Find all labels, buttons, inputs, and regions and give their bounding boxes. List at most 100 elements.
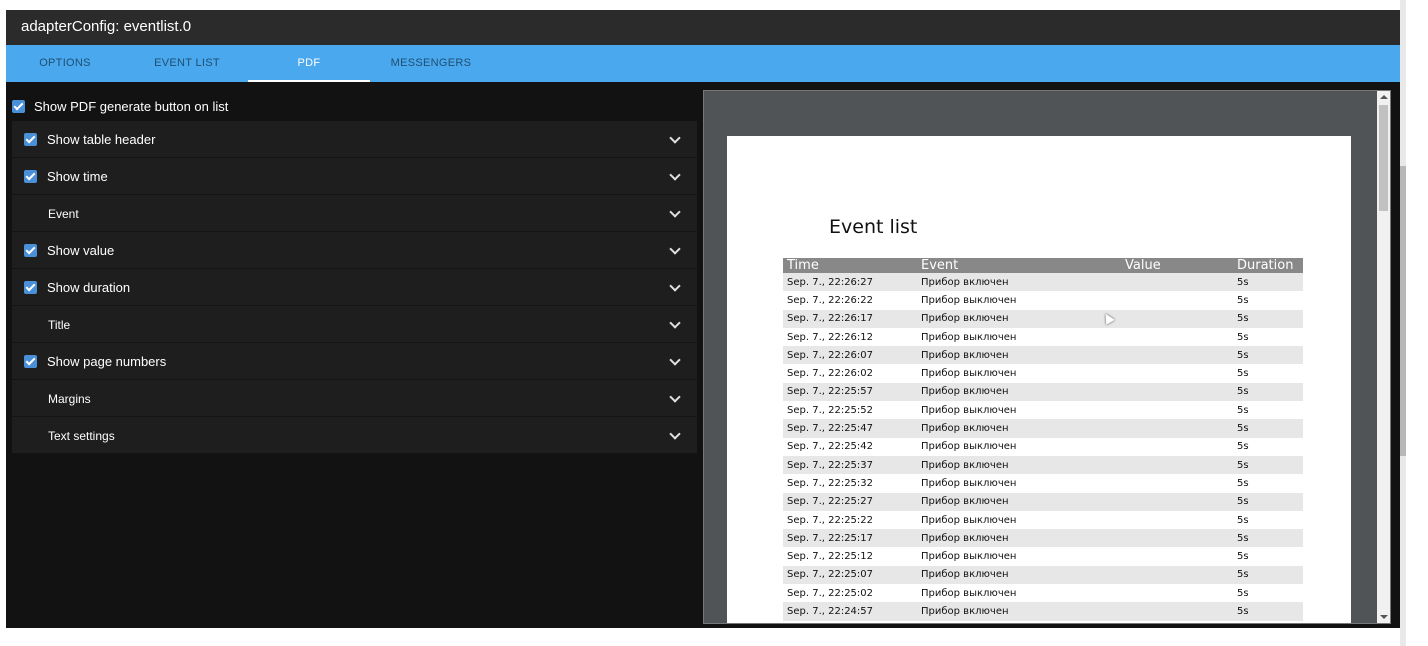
accordion-show-duration[interactable]: Show duration [12, 269, 697, 306]
tab-messengers[interactable]: MESSENGERS [370, 45, 492, 82]
title-bar: adapterConfig: eventlist.0 [6, 10, 1400, 45]
table-row: Sep. 7., 22:25:07 Прибор включен 5s [783, 565, 1303, 585]
cell-time: Sep. 7., 22:26:27 [783, 273, 917, 292]
cell-time: Sep. 7., 22:25:42 [787, 441, 874, 453]
cell-time: Sep. 7., 22:26:07 [783, 346, 917, 365]
cell-duration: 5s [1233, 419, 1303, 438]
cell-duration: 5s [1233, 455, 1303, 475]
cell-duration: 5s [1237, 331, 1249, 343]
scroll-down-arrow-icon[interactable] [1380, 615, 1388, 619]
show-pdf-button-option[interactable]: Show PDF generate button on list [12, 96, 228, 116]
table-row: Sep. 7., 22:26:12 Прибор выключен 5s [783, 328, 1303, 346]
table-row: Sep. 7., 22:25:17 Прибор включен 5s [783, 529, 1303, 548]
table-row: Sep. 7., 22:25:57 Прибор включен 5s [783, 382, 1303, 402]
cell-event: Прибор выключен [921, 404, 1017, 416]
cell-event: Прибор включен [917, 529, 1121, 548]
chevron-down-icon[interactable] [669, 428, 681, 440]
table-row: Sep. 7., 22:25:37 Прибор включен 5s [783, 455, 1303, 475]
chevron-down-icon[interactable] [669, 354, 681, 366]
scrollbar-thumb[interactable] [1379, 105, 1388, 211]
accordion-show-page-numbers[interactable]: Show page numbers [12, 343, 697, 380]
cell-value [1121, 328, 1233, 346]
table-row: Sep. 7., 22:24:57 Прибор включен 5s [783, 602, 1303, 621]
cell-event: Прибор включен [917, 602, 1121, 621]
cell-duration: 5s [1233, 273, 1303, 292]
chevron-down-icon[interactable] [669, 280, 681, 292]
cell-value [1121, 529, 1233, 548]
table-row: Sep. 7., 22:26:02 Прибор выключен 5s [783, 364, 1303, 382]
show-time-checkbox[interactable] [24, 170, 37, 183]
cell-time: Sep. 7., 22:25:02 [787, 587, 874, 599]
cell-event: Прибор выключен [921, 587, 1017, 599]
tab-options[interactable]: OPTIONS [6, 45, 124, 82]
chevron-down-icon[interactable] [669, 243, 681, 255]
cell-duration: 5s [1237, 477, 1249, 489]
accordion-show-time[interactable]: Show time [12, 158, 697, 195]
cell-duration: 5s [1237, 404, 1249, 416]
cell-value [1121, 602, 1233, 621]
cell-event: Прибор выключен [921, 331, 1017, 343]
table-row: Sep. 7., 22:26:07 Прибор включен 5s [783, 346, 1303, 365]
show-table-header-checkbox[interactable] [24, 133, 37, 146]
table-row: Sep. 7., 22:25:12 Прибор выключен 5s [783, 547, 1303, 565]
accordion-event[interactable]: Event [12, 195, 697, 232]
cell-value [1121, 273, 1233, 292]
cell-duration: 5s [1233, 529, 1303, 548]
accordion-margins[interactable]: Margins [12, 380, 697, 417]
cell-value [1121, 364, 1233, 382]
accordion-show-value[interactable]: Show value [12, 232, 697, 269]
accordion-text-settings[interactable]: Text settings [12, 417, 697, 454]
preview-scrollbar[interactable] [1377, 91, 1390, 623]
accordion-label: Show value [47, 243, 115, 258]
page-scrollbar[interactable] [1400, 0, 1406, 646]
column-header-value: Value [1121, 258, 1233, 273]
show-page-numbers-checkbox[interactable] [24, 355, 37, 368]
cell-event: Прибор включен [917, 455, 1121, 475]
table-row: Sep. 7., 22:26:17 Прибор включен 5s [783, 309, 1303, 328]
accordion-label: Show page numbers [47, 354, 167, 369]
pdf-page: Event list Time Event Value Duration Sep… [727, 136, 1351, 623]
cell-time: Sep. 7., 22:26:12 [787, 331, 874, 343]
column-header-time: Time [783, 258, 917, 273]
cell-time: Sep. 7., 22:25:37 [783, 455, 917, 475]
accordion-title[interactable]: Title [12, 306, 697, 343]
cell-time: Sep. 7., 22:25:07 [783, 565, 917, 585]
scroll-up-arrow-icon[interactable] [1380, 95, 1388, 99]
cell-time: Sep. 7., 22:25:22 [787, 514, 874, 526]
table-row: Sep. 7., 22:25:52 Прибор выключен 5s [783, 401, 1303, 419]
pdf-settings-panel: Show PDF generate button on list Show ta… [6, 82, 698, 628]
cell-time: Sep. 7., 22:25:47 [783, 419, 917, 438]
cell-event: Прибор выключен [921, 441, 1017, 453]
accordion-label: Margins [48, 392, 91, 406]
chevron-down-icon[interactable] [669, 317, 681, 329]
cell-event: Прибор выключен [921, 514, 1017, 526]
table-row: Sep. 7., 22:26:22 Прибор выключен 5s [783, 291, 1303, 309]
column-header-duration: Duration [1233, 258, 1303, 273]
cell-duration: 5s [1233, 492, 1303, 511]
tab-event-list[interactable]: EVENT LIST [124, 45, 250, 82]
chevron-down-icon[interactable] [669, 206, 681, 218]
cell-duration: 5s [1233, 382, 1303, 402]
cell-event: Прибор включен [917, 346, 1121, 365]
cell-event: Прибор включен [917, 492, 1121, 511]
show-duration-checkbox[interactable] [24, 281, 37, 294]
chevron-down-icon[interactable] [669, 132, 681, 144]
chevron-down-icon[interactable] [669, 169, 681, 181]
cell-time: Sep. 7., 22:26:17 [783, 309, 917, 328]
tab-pdf[interactable]: PDF [248, 45, 370, 82]
table-row: Sep. 7., 22:25:27 Прибор включен 5s [783, 492, 1303, 511]
cell-value [1121, 309, 1233, 328]
accordion-label: Show time [47, 169, 108, 184]
accordion-show-table-header[interactable]: Show table header [12, 121, 697, 158]
pdf-preview: Event list Time Event Value Duration Sep… [703, 90, 1391, 624]
cell-time: Sep. 7., 22:24:57 [783, 602, 917, 621]
show-value-checkbox[interactable] [24, 244, 37, 257]
page-scrollbar-thumb[interactable] [1400, 166, 1406, 456]
chevron-down-icon[interactable] [669, 391, 681, 403]
cell-value [1121, 511, 1233, 529]
table-row: Sep. 7., 22:25:22 Прибор выключен 5s [783, 511, 1303, 529]
show-pdf-button-checkbox[interactable] [12, 99, 25, 113]
accordion-label: Title [48, 318, 71, 332]
cell-value [1121, 584, 1233, 602]
document-title: Event list [829, 216, 918, 238]
